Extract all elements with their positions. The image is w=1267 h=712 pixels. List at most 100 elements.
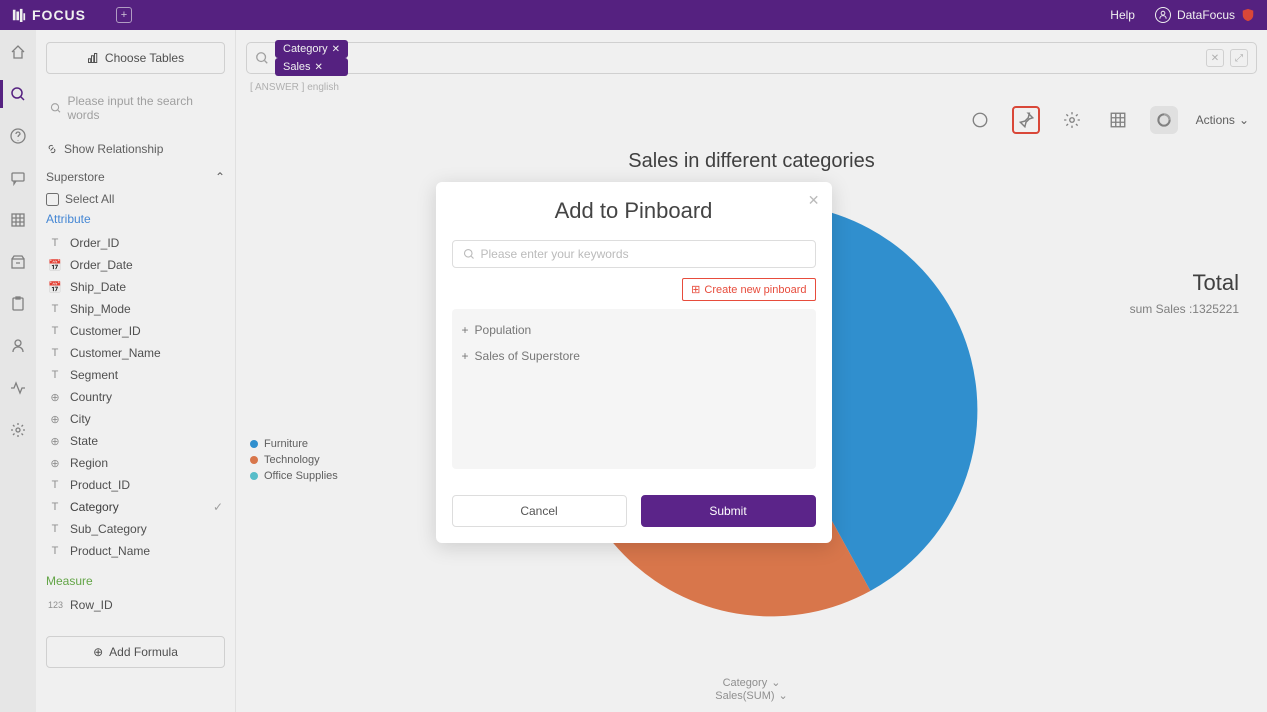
help-link[interactable]: Help — [1110, 8, 1135, 22]
bar-icon — [87, 52, 99, 64]
search-icon — [463, 248, 475, 260]
field-ship_date[interactable]: 📅Ship_Date — [46, 276, 225, 298]
plus-icon: + — [462, 349, 469, 363]
query-chip-category[interactable]: Category✕ — [275, 40, 348, 58]
field-product_id[interactable]: TProduct_ID — [46, 474, 225, 496]
type-icon: ⊕ — [48, 413, 62, 426]
table-icon[interactable] — [1104, 106, 1132, 134]
create-new-pinboard-link[interactable]: ⊞ Create new pinboard — [682, 278, 815, 301]
logo-icon — [12, 8, 26, 22]
help-icon[interactable] — [8, 126, 28, 146]
choose-tables-label: Choose Tables — [105, 51, 184, 65]
field-state[interactable]: ⊕State — [46, 430, 225, 452]
users-icon[interactable] — [8, 336, 28, 356]
type-icon: T — [48, 347, 62, 359]
sidebar-search-placeholder: Please input the search words — [67, 94, 221, 122]
remove-chip-icon[interactable]: ✕ — [332, 44, 340, 55]
link-icon — [46, 143, 58, 155]
field-country[interactable]: ⊕Country — [46, 386, 225, 408]
pinboard-list: +Population+Sales of Superstore — [452, 309, 816, 469]
field-sidebar: Choose Tables Please input the search wo… — [36, 30, 236, 712]
chevron-down-icon[interactable]: ⌄ — [779, 689, 788, 702]
chevron-up-icon: ⌃ — [215, 170, 225, 184]
field-ship_mode[interactable]: TShip_Mode — [46, 298, 225, 320]
query-bar[interactable]: Category✕Sales✕ ✕ ⤢ — [246, 42, 1257, 74]
field-city[interactable]: ⊕City — [46, 408, 225, 430]
field-segment[interactable]: TSegment — [46, 364, 225, 386]
select-all-input[interactable] — [46, 193, 59, 206]
field-category[interactable]: TCategory✓ — [46, 496, 225, 518]
user-icon — [1155, 7, 1171, 23]
search-icon[interactable] — [8, 84, 28, 104]
settings-icon[interactable] — [8, 420, 28, 440]
gear-icon[interactable] — [1058, 106, 1086, 134]
legend-item[interactable]: Technology — [250, 454, 338, 466]
total-label: Total — [1130, 270, 1239, 296]
type-icon: T — [48, 545, 62, 557]
choose-tables-button[interactable]: Choose Tables — [46, 42, 225, 74]
donut-chart-icon[interactable] — [1150, 106, 1178, 134]
actions-dropdown[interactable]: Actions ⌄ — [1196, 113, 1249, 127]
add-formula-button[interactable]: ⊕ Add Formula — [46, 636, 225, 668]
archive-icon[interactable] — [8, 252, 28, 272]
expand-query-button[interactable]: ⤢ — [1230, 49, 1248, 67]
attribute-section-label: Attribute — [46, 212, 225, 226]
field-row_id[interactable]: 123Row_ID — [46, 594, 225, 616]
app-header: FOCUS + Help DataFocus — [0, 0, 1267, 30]
remove-chip-icon[interactable]: ✕ — [315, 62, 323, 73]
type-icon: T — [48, 303, 62, 315]
pin-icon[interactable] — [1012, 106, 1040, 134]
field-customer_name[interactable]: TCustomer_Name — [46, 342, 225, 364]
type-icon: 📅 — [48, 259, 62, 272]
cancel-button[interactable]: Cancel — [452, 495, 627, 527]
sidebar-search[interactable]: Please input the search words — [46, 88, 225, 128]
legend-dot — [250, 472, 258, 480]
plus-box-icon: ⊞ — [691, 283, 700, 296]
app-name: FOCUS — [32, 7, 86, 23]
check-icon: ✓ — [213, 500, 223, 514]
chart-title: Sales in different categories — [236, 150, 1267, 173]
field-region[interactable]: ⊕Region — [46, 452, 225, 474]
select-all-checkbox[interactable]: Select All — [46, 192, 225, 206]
field-sub_category[interactable]: TSub_Category — [46, 518, 225, 540]
type-icon: ⊕ — [48, 457, 62, 470]
measure-section-label: Measure — [46, 574, 225, 588]
type-icon: 📅 — [48, 281, 62, 294]
user-menu[interactable]: DataFocus — [1155, 7, 1255, 23]
legend-item[interactable]: Furniture — [250, 438, 338, 450]
shield-icon — [1241, 8, 1255, 22]
modal-search-placeholder: Please enter your keywords — [481, 247, 629, 261]
modal-title: Add to Pinboard — [452, 198, 816, 224]
submit-button[interactable]: Submit — [641, 495, 816, 527]
type-icon: T — [48, 501, 62, 513]
pinboard-item[interactable]: +Sales of Superstore — [462, 343, 806, 369]
type-icon: T — [48, 523, 62, 535]
app-logo[interactable]: FOCUS — [12, 7, 86, 23]
field-product_name[interactable]: TProduct_Name — [46, 540, 225, 562]
chat-icon[interactable] — [8, 168, 28, 188]
chart-legend: Furniture Technology Office Supplies — [250, 438, 338, 486]
search-icon — [255, 51, 269, 65]
grid-icon[interactable] — [8, 210, 28, 230]
field-order_id[interactable]: TOrder_ID — [46, 232, 225, 254]
close-icon[interactable]: ✕ — [808, 192, 820, 209]
clear-query-button[interactable]: ✕ — [1206, 49, 1224, 67]
chevron-down-icon[interactable]: ⌄ — [771, 676, 780, 689]
field-customer_id[interactable]: TCustomer_ID — [46, 320, 225, 342]
field-order_date[interactable]: 📅Order_Date — [46, 254, 225, 276]
modal-search[interactable]: Please enter your keywords — [452, 240, 816, 268]
axis-labels: Category ⌄ Sales(SUM) ⌄ — [236, 676, 1267, 702]
query-chip-sales[interactable]: Sales✕ — [275, 58, 348, 76]
pinboard-item[interactable]: +Population — [462, 317, 806, 343]
show-relationship-link[interactable]: Show Relationship — [46, 142, 225, 156]
chevron-down-icon: ⌄ — [1239, 113, 1249, 127]
table-header[interactable]: Superstore ⌃ — [46, 170, 225, 184]
new-tab-button[interactable]: + — [116, 7, 132, 23]
breadcrumb: [ ANSWER ] english — [250, 82, 339, 93]
comment-icon[interactable] — [966, 106, 994, 134]
legend-item[interactable]: Office Supplies — [250, 470, 338, 482]
clipboard-icon[interactable] — [8, 294, 28, 314]
search-icon — [50, 102, 61, 114]
activity-icon[interactable] — [8, 378, 28, 398]
home-icon[interactable] — [8, 42, 28, 62]
